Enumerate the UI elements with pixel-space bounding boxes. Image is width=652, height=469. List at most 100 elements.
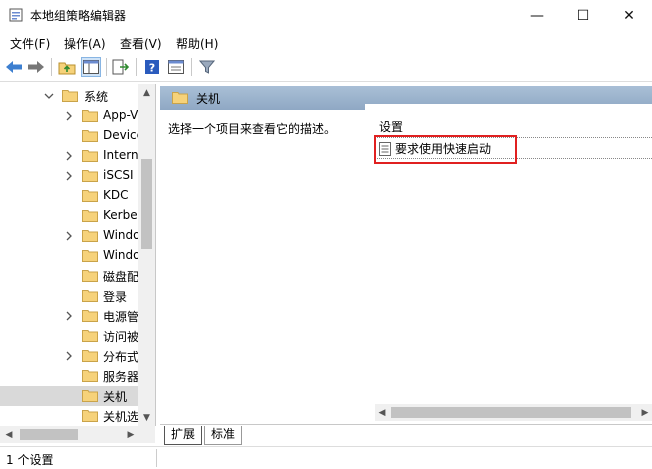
description-text: 选择一个项目来查看它的描述。: [168, 122, 337, 136]
chevron-right-icon[interactable]: [64, 111, 74, 121]
details-header-title: 关机: [196, 92, 221, 106]
folder-icon: [82, 290, 98, 302]
chevron-down-icon[interactable]: [44, 91, 54, 101]
tree-item-label: 访问被: [103, 330, 140, 344]
maximize-button[interactable]: ☐: [560, 0, 606, 31]
folder-icon: [82, 110, 98, 122]
forward-button[interactable]: [26, 57, 46, 77]
tree-item[interactable]: iSCSI: [0, 166, 140, 186]
folder-icon: [82, 250, 98, 262]
tree-item-label: 登录: [103, 290, 128, 304]
folder-icon: [82, 350, 98, 362]
folder-icon: [82, 170, 98, 182]
filter-icon: [199, 60, 215, 74]
scroll-right-icon[interactable]: ▶: [124, 426, 138, 443]
help-button[interactable]: ?: [142, 57, 162, 77]
scroll-left-icon[interactable]: ◀: [2, 426, 16, 443]
tree-item-label: 分布式: [103, 350, 140, 364]
tree-item[interactable]: 关机选: [0, 406, 140, 426]
menu-action[interactable]: 操作(A): [64, 35, 106, 52]
folder-icon: [82, 150, 98, 162]
policy-editor-icon: [9, 8, 23, 22]
tab-standard[interactable]: 标准: [204, 426, 243, 445]
tree-item-label: Intern: [103, 148, 139, 162]
tree-item-label: 服务器: [103, 370, 140, 384]
toolbar: ?: [0, 53, 652, 82]
hscroll-thumb[interactable]: [20, 429, 78, 440]
properties-button[interactable]: [166, 57, 186, 77]
tree-item-label: 关机选: [103, 410, 140, 424]
close-icon: ✕: [623, 7, 635, 24]
tree-item[interactable]: 服务器: [0, 366, 140, 386]
console-tree-icon: [83, 60, 99, 74]
menu-file[interactable]: 文件(F): [10, 35, 50, 52]
export-icon: [112, 59, 130, 75]
menu-help[interactable]: 帮助(H): [176, 35, 218, 52]
details-hscroll-thumb[interactable]: [391, 407, 631, 418]
tree-item-label: 系统: [84, 90, 109, 104]
show-hide-tree-button[interactable]: [81, 57, 101, 77]
details-pane: 关机 选择一个项目来查看它的描述。 设置 要求使用快速启动 ◀ ▶ 扩展 标准: [160, 84, 652, 447]
folder-icon: [82, 230, 98, 242]
tree-item[interactable]: Device: [0, 126, 144, 146]
scroll-thumb[interactable]: [141, 159, 152, 249]
up-folder-button[interactable]: [57, 57, 77, 77]
tree-item[interactable]: 关机: [0, 386, 140, 406]
highlight-box: [374, 135, 517, 164]
up-folder-icon: [58, 62, 76, 75]
folder-icon: [82, 370, 98, 382]
scroll-right-icon[interactable]: ▶: [638, 404, 652, 421]
folder-icon: [82, 270, 98, 282]
tree-item-label: Windo: [103, 248, 141, 262]
folder-icon: [82, 130, 98, 142]
tree-item-label: KDC: [103, 188, 129, 202]
scroll-left-icon[interactable]: ◀: [375, 404, 389, 421]
back-button[interactable]: [4, 57, 24, 77]
tree-item-label: iSCSI: [103, 168, 134, 182]
column-header-setting[interactable]: 设置: [379, 118, 403, 135]
tree-item[interactable]: Windo: [0, 226, 141, 246]
folder-icon: [82, 210, 98, 222]
filter-button[interactable]: [197, 57, 217, 77]
tree-item[interactable]: 访问被: [0, 326, 140, 346]
back-arrow-icon: [6, 61, 22, 73]
minimize-button[interactable]: —: [514, 0, 560, 31]
chevron-right-icon[interactable]: [64, 311, 74, 321]
tree-item[interactable]: 电源管: [0, 306, 140, 326]
tree-item[interactable]: Intern: [0, 146, 140, 166]
folder-icon: [172, 92, 188, 104]
tree-vertical-scrollbar[interactable]: ▲ ▼: [138, 84, 155, 426]
maximize-icon: ☐: [576, 7, 590, 24]
close-button[interactable]: ✕: [606, 0, 652, 31]
tree-item[interactable]: 系统: [0, 86, 140, 106]
chevron-right-icon[interactable]: [64, 151, 74, 161]
folder-icon: [62, 90, 78, 102]
tree-item[interactable]: 分布式: [0, 346, 140, 366]
tree-item[interactable]: App-V: [0, 106, 140, 126]
folder-icon: [82, 410, 98, 422]
status-bar: 1 个设置: [0, 446, 652, 469]
tree-item-label: Kerbe: [103, 208, 138, 222]
tab-extended[interactable]: 扩展: [164, 426, 203, 445]
tree-item[interactable]: Kerbe: [0, 206, 140, 226]
chevron-right-icon[interactable]: [64, 231, 74, 241]
folder-icon: [82, 190, 98, 202]
tree-horizontal-scrollbar[interactable]: ◀ ▶: [0, 426, 155, 443]
folder-icon: [82, 310, 98, 322]
view-tabs: 扩展 标准: [160, 424, 652, 447]
scroll-up-icon[interactable]: ▲: [138, 84, 155, 101]
details-horizontal-scrollbar[interactable]: ◀ ▶: [375, 404, 652, 421]
chevron-right-icon[interactable]: [64, 351, 74, 361]
folder-icon: [82, 330, 98, 342]
tree-item-label: 磁盘配: [103, 270, 140, 284]
chevron-right-icon[interactable]: [64, 171, 74, 181]
title-bar: 本地组策略编辑器 — ☐ ✕: [0, 0, 652, 31]
tree-item[interactable]: KDC: [0, 186, 140, 206]
tree-item[interactable]: 登录: [0, 286, 140, 306]
export-list-button[interactable]: [111, 57, 131, 77]
tree-item[interactable]: 磁盘配: [0, 266, 140, 286]
menu-view[interactable]: 查看(V): [120, 35, 162, 52]
tree-item[interactable]: Windo: [0, 246, 141, 266]
tree-item-label: 电源管: [103, 310, 140, 324]
scroll-down-icon[interactable]: ▼: [138, 409, 155, 426]
